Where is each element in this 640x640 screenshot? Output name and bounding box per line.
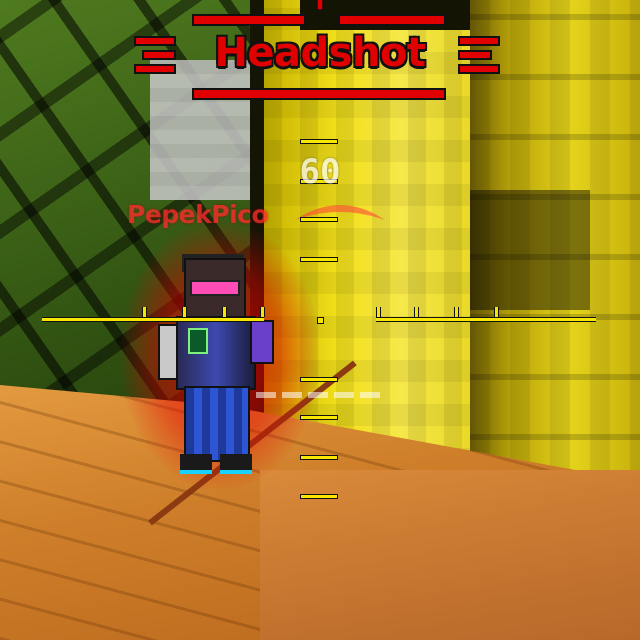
crosshair-top-mark [300,257,338,262]
crosshair-left-bar [42,317,264,322]
crosshair-bottom-mark [300,455,338,460]
enemy-legs [184,386,250,462]
kill-banner: Headshot [130,0,510,110]
crosshair-bottom-mark [300,494,338,499]
crosshair-tick [260,307,265,317]
enemy-boot-left [180,454,212,474]
crosshair-top-mark [300,139,338,144]
enemy-nametag: PepekPico [127,200,269,229]
crosshair-tick [142,307,147,317]
enemy-arm-right [250,320,274,364]
enemy-glasses [190,280,240,296]
banner-bar-top-left [192,14,306,26]
crosshair-right-bar [376,317,596,322]
banner-bar-bottom [192,88,446,100]
slash-effect [295,205,385,220]
crosshair-bottom-mark [300,377,338,382]
crosshair-tick [222,307,227,317]
enemy-player[interactable] [158,254,274,478]
headshot-label: Headshot [214,30,426,76]
banner-ornament-left [134,36,178,76]
banner-ornament-right [458,36,502,76]
enemy-gadget [188,328,208,354]
hit-marker-trail [256,392,386,398]
crosshair-tick [454,307,459,317]
crosshair-tick [376,307,381,317]
ammo-counter: 60 [299,152,341,192]
crosshair-tick [494,307,499,317]
crosshair-tick [182,307,187,317]
banner-bar-top-right [338,14,446,26]
crosshair-tick [414,307,419,317]
crosshair-center-dot [317,317,324,324]
crosshair-top-mark [300,217,338,222]
enemy-boot-right [220,454,252,474]
gold-column-recess [470,190,590,310]
crosshair-bottom-mark [300,415,338,420]
